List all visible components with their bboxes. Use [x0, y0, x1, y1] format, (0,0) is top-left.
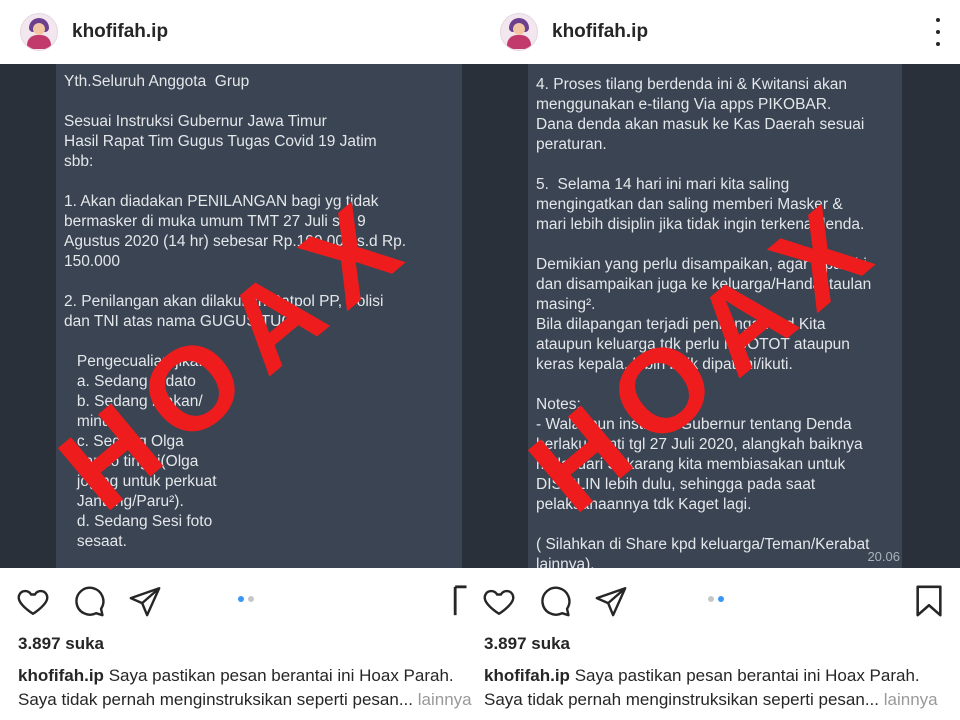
post-image[interactable]: Yth.Seluruh Anggota Grup Sesuai Instruks… — [0, 64, 480, 568]
heart-icon[interactable] — [16, 584, 50, 618]
caption-text-2: Saya tidak pernah menginstruksikan seper… — [484, 690, 880, 709]
caption-text-2: Saya tidak pernah menginstruksikan seper… — [18, 690, 414, 709]
carousel-dot-active — [718, 596, 724, 602]
carousel-dot-active — [238, 596, 244, 602]
comment-icon[interactable] — [538, 584, 572, 618]
caption: khofifah.ip Saya pastikan pesan berantai… — [18, 664, 472, 712]
carousel-dots — [708, 596, 724, 602]
comment-icon[interactable] — [72, 584, 106, 618]
message-time: 20.06 — [867, 549, 900, 564]
avatar[interactable] — [500, 13, 538, 51]
post-panel-left: khofifah.ip Yth.Seluruh Anggota Grup Ses… — [0, 0, 480, 720]
username[interactable]: khofifah.ip — [72, 21, 168, 43]
more-link[interactable]: lainnya — [418, 690, 472, 709]
bookmark-icon[interactable] — [448, 584, 468, 618]
bookmark-icon[interactable] — [912, 584, 946, 618]
more-link[interactable]: lainnya — [884, 690, 938, 709]
post-header: khofifah.ip — [0, 0, 480, 64]
carousel-dot — [248, 596, 254, 602]
username[interactable]: khofifah.ip — [552, 21, 648, 43]
caption: khofifah.ip Saya pastikan pesan berantai… — [484, 664, 938, 712]
caption-username[interactable]: khofifah.ip — [484, 666, 570, 685]
avatar[interactable] — [20, 13, 58, 51]
caption-text: Saya pastikan pesan berantai ini Hoax Pa… — [574, 666, 920, 685]
more-icon[interactable] — [934, 18, 942, 46]
post-header: khofifah.ip — [480, 0, 960, 64]
send-icon[interactable] — [594, 584, 628, 618]
caption-text: Saya pastikan pesan berantai ini Hoax Pa… — [108, 666, 454, 685]
post-panel-right: khofifah.ip 4. Proses tilang berdenda in… — [480, 0, 960, 720]
like-count[interactable]: 3.897 suka — [484, 634, 570, 654]
carousel-dots — [238, 596, 254, 602]
heart-icon[interactable] — [482, 584, 516, 618]
like-count[interactable]: 3.897 suka — [18, 634, 104, 654]
post-image[interactable]: 4. Proses tilang berdenda ini & Kwitansi… — [480, 64, 960, 568]
carousel-dot — [708, 596, 714, 602]
send-icon[interactable] — [128, 584, 162, 618]
caption-username[interactable]: khofifah.ip — [18, 666, 104, 685]
